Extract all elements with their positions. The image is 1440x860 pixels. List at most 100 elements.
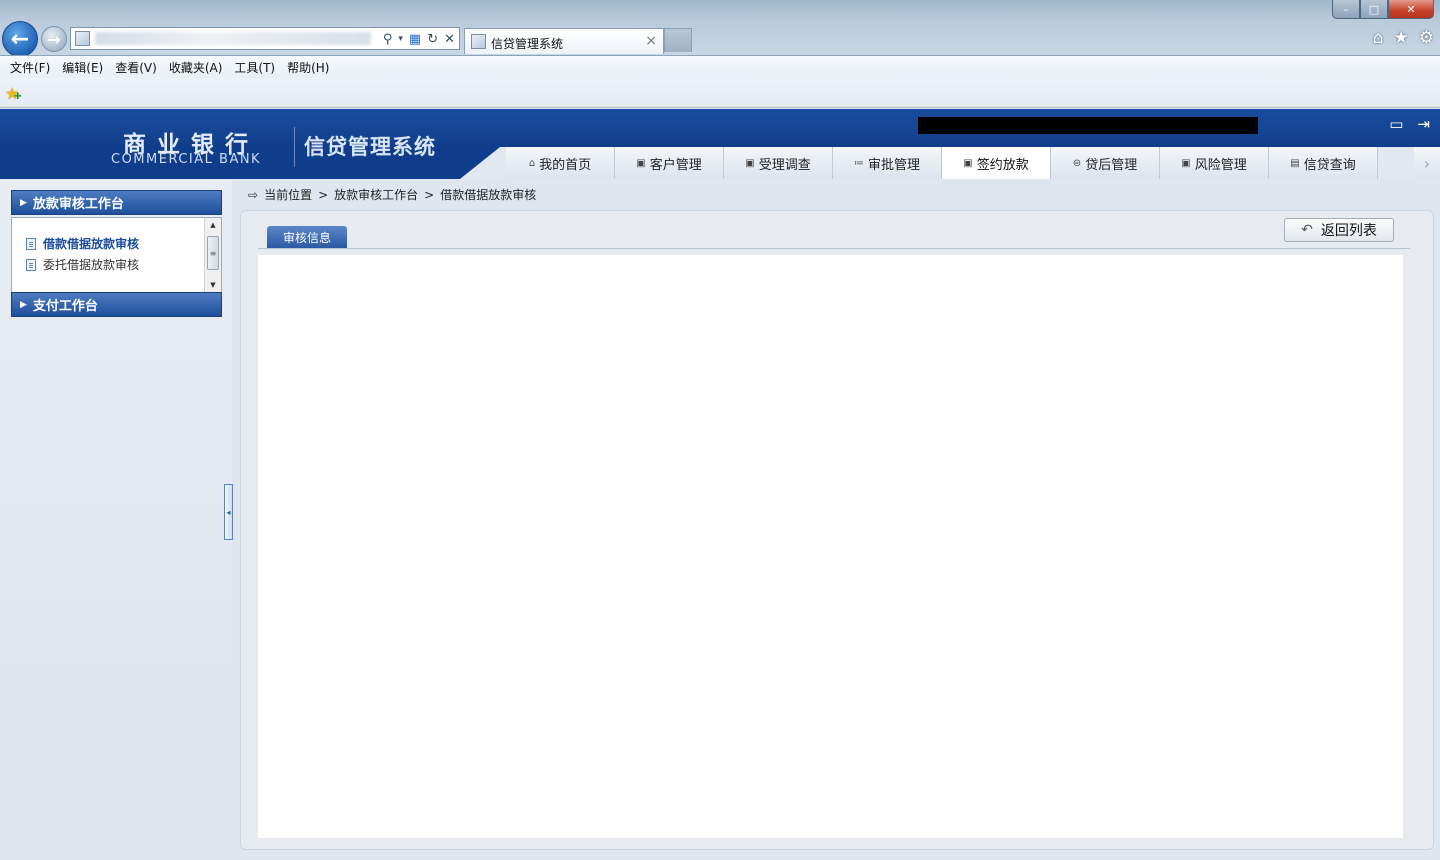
panel-loan-review-body: 借款借据放款审核 委托借据放款审核 ▲ ≡ ▼ (11, 217, 222, 293)
stop-icon[interactable]: ✕ (444, 32, 455, 47)
panel-loan-review-header[interactable]: ▶ 放款审核工作台 (11, 190, 222, 215)
tools-gear-icon[interactable]: ⚙ (1419, 28, 1434, 48)
menu-file[interactable]: 文件(F) (4, 59, 56, 76)
add-favorite-plus-icon: ✚ (14, 92, 22, 102)
new-tab-button[interactable] (664, 28, 692, 52)
redacted-user-info (918, 117, 1258, 134)
menu-edit[interactable]: 编辑(E) (56, 59, 109, 76)
header-icons: ▭ ⇥ (1389, 115, 1430, 133)
refresh-icon[interactable]: ↻ (427, 32, 438, 47)
menu-bar: 文件(F) 编辑(E) 查看(V) 收藏夹(A) 工具(T) 帮助(H) (0, 56, 1440, 78)
expand-caret-icon: ▶ (20, 197, 27, 208)
contract-icon: ▣ (963, 157, 973, 169)
address-tools: ⚲ ▾ ▦ ↻ ✕ (383, 30, 455, 48)
window-controls: – □ ✕ (1332, 0, 1434, 19)
tab-investigation[interactable]: ▣ 受理调查 (724, 147, 833, 179)
tab-page-icon (471, 34, 486, 49)
tab-review-info[interactable]: 审核信息 (267, 226, 347, 248)
breadcrumb-item: 当前位置 (264, 188, 313, 202)
tab-label: 审批管理 (867, 157, 920, 173)
nav-scroll-right-icon[interactable]: › (1414, 147, 1440, 179)
breadcrumb: ⇨ 当前位置 > 放款审核工作台 > 借款借据放款审核 (248, 186, 536, 203)
logout-icon[interactable]: ⇥ (1417, 115, 1430, 133)
sidebar-item-label: 委托借据放款审核 (43, 258, 140, 272)
back-button[interactable]: ← (2, 21, 38, 57)
investigation-icon: ▣ (745, 157, 755, 169)
address-bar[interactable]: ⚲ ▾ ▦ ↻ ✕ (70, 27, 460, 50)
system-title: 信贷管理系统 (304, 135, 436, 159)
tab-customer[interactable]: ▣ 客户管理 (615, 147, 724, 179)
nav-tabs: ⌂ 我的首页 ▣ 客户管理 ▣ 受理调查 ≔ 审批管理 ▣ 签约放款 ⊜ 贷后管理 ▣ 风险管… (506, 147, 1378, 179)
forward-button[interactable]: → (41, 26, 67, 52)
tab-contract-loan[interactable]: ▣ 签约放款 (942, 147, 1051, 179)
scroll-up-icon[interactable]: ▲ (205, 218, 221, 232)
panel-payment-header[interactable]: ▶ 支付工作台 (11, 292, 222, 317)
forward-arrow-icon: → (47, 29, 61, 49)
sidebar-item-entrust-review[interactable]: 委托借据放款审核 (26, 256, 139, 273)
breadcrumb-item: 借款借据放款审核 (440, 188, 537, 202)
sidebar-collapse-handle[interactable]: ◂ (224, 484, 233, 540)
tab-risk[interactable]: ▣ 风险管理 (1160, 147, 1269, 179)
home-icon[interactable]: ⌂ (1373, 28, 1384, 48)
panel-scrollbar[interactable]: ▲ ≡ ▼ (204, 218, 221, 292)
browser-right-icons: ⌂ ★ ⚙ (1373, 28, 1434, 48)
compat-view-icon[interactable]: ▦ (409, 32, 421, 47)
menu-favorites[interactable]: 收藏夹(A) (163, 59, 229, 76)
tab-label: 贷后管理 (1085, 157, 1138, 173)
app-header: 商业银行 COMMERCIAL BANK 信贷管理系统 ▭ ⇥ ⌂ 我的首页 ▣ 客… (0, 109, 1440, 179)
menu-tools[interactable]: 工具(T) (228, 59, 281, 76)
panel-title: 放款审核工作台 (32, 197, 124, 212)
monitor-icon[interactable]: ▭ (1389, 115, 1403, 133)
risk-icon: ▣ (1181, 157, 1191, 169)
tab-post-loan[interactable]: ⊜ 贷后管理 (1051, 147, 1160, 179)
tab-label: 我的首页 (539, 157, 592, 173)
address-url-blurred (95, 32, 371, 45)
menu-view[interactable]: 查看(V) (109, 59, 163, 76)
sidebar-item-borrow-review[interactable]: 借款借据放款审核 (26, 235, 139, 252)
breadcrumb-separator: > (424, 187, 435, 202)
location-icon: ⇨ (248, 187, 259, 202)
tab-label: 签约放款 (976, 157, 1029, 173)
dropdown-icon[interactable]: ▾ (398, 34, 403, 44)
back-arrow-icon: ← (10, 26, 30, 52)
logo-divider (294, 127, 295, 167)
review-content-area (258, 255, 1403, 838)
favorites-bar: ★ ✚ (0, 78, 1440, 108)
tab-approval[interactable]: ≔ 审批管理 (833, 147, 942, 179)
tab-home[interactable]: ⌂ 我的首页 (506, 147, 615, 179)
post-loan-icon: ⊜ (1072, 157, 1082, 169)
page-icon (75, 31, 90, 46)
tab-query[interactable]: ▤ 信贷查询 (1269, 147, 1378, 179)
browser-titlebar: ← → ⚲ ▾ ▦ ↻ ✕ 信贷管理系统 × – □ ✕ ⌂ ★ ⚙ (0, 0, 1440, 57)
tab-label: 风险管理 (1194, 157, 1247, 173)
menu-help[interactable]: 帮助(H) (281, 59, 335, 76)
scroll-down-icon[interactable]: ▼ (205, 278, 221, 292)
approval-list-icon: ≔ (853, 157, 864, 169)
tab-close-icon[interactable]: × (645, 33, 657, 49)
tab-underline (258, 248, 1410, 249)
panel-title: 支付工作台 (32, 299, 98, 314)
scroll-thumb[interactable]: ≡ (207, 236, 219, 270)
tab-label: 客户管理 (649, 157, 702, 173)
minimize-button[interactable]: – (1332, 0, 1360, 19)
main-nav: ⌂ 我的首页 ▣ 客户管理 ▣ 受理调查 ≔ 审批管理 ▣ 签约放款 ⊜ 贷后管理 ▣ 风险管… (460, 147, 1440, 179)
maximize-button[interactable]: □ (1360, 0, 1388, 19)
document-icon (26, 258, 36, 271)
browser-tab[interactable]: 信贷管理系统 × (464, 28, 664, 54)
close-window-button[interactable]: ✕ (1388, 0, 1434, 19)
breadcrumb-separator: > (318, 187, 329, 202)
bank-logo-en: COMMERCIAL BANK (111, 152, 262, 167)
expand-caret-icon: ▶ (20, 299, 27, 310)
document-icon (26, 237, 36, 250)
breadcrumb-item: 放款审核工作台 (334, 188, 419, 202)
search-icon[interactable]: ⚲ (383, 32, 393, 47)
tab-label: 信贷查询 (1303, 157, 1356, 173)
tab-title: 信贷管理系统 (491, 37, 564, 51)
return-list-label: 返回列表 (1320, 223, 1377, 239)
customer-icon: ▣ (636, 157, 646, 169)
query-icon: ▤ (1290, 157, 1300, 169)
tab-label: 受理调查 (758, 157, 811, 173)
return-list-button[interactable]: ↶ 返回列表 (1284, 218, 1394, 242)
favorites-star-icon[interactable]: ★ (1394, 28, 1409, 48)
sidebar-item-label: 借款借据放款审核 (43, 237, 140, 251)
